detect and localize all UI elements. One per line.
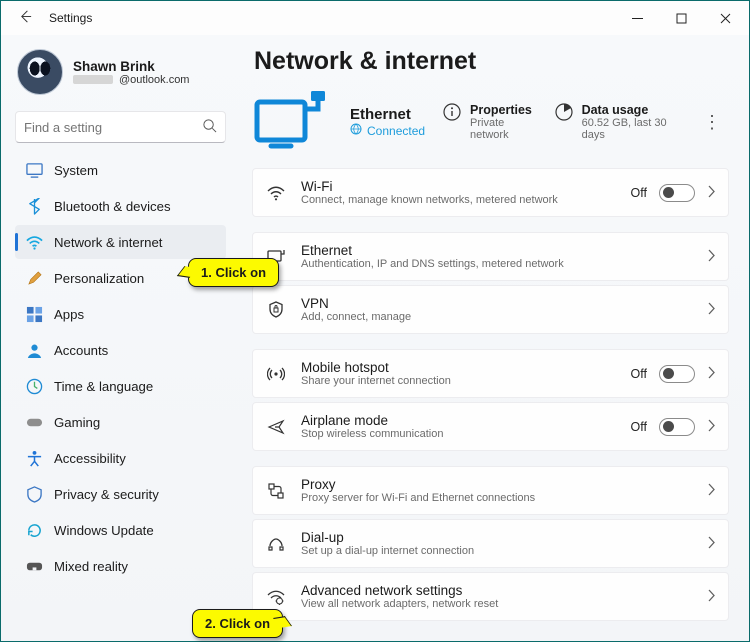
chevron-right-icon xyxy=(707,249,716,265)
dialup-card[interactable]: Dial-up Set up a dial-up internet connec… xyxy=(252,519,729,568)
close-button[interactable] xyxy=(703,1,747,35)
mobile-hotspot-card[interactable]: Mobile hotspot Share your internet conne… xyxy=(252,349,729,398)
back-button[interactable] xyxy=(11,9,39,27)
sidebar-item-label: System xyxy=(54,163,98,178)
hotspot-icon xyxy=(265,365,287,383)
sidebar-item-label: Accounts xyxy=(54,343,108,358)
wifi-toggle[interactable] xyxy=(659,184,695,202)
ethernet-card[interactable]: Ethernet Authentication, IP and DNS sett… xyxy=(252,232,729,281)
search-input[interactable] xyxy=(24,120,202,135)
wifi-toggle-label: Off xyxy=(631,186,647,200)
profile-email: @outlook.com xyxy=(73,74,189,86)
info-icon xyxy=(443,103,461,124)
vpn-card[interactable]: VPN Add, connect, manage xyxy=(252,285,729,334)
data-usage-icon xyxy=(555,103,573,124)
sidebar-item-label: Personalization xyxy=(54,271,144,286)
person-icon xyxy=(25,341,43,359)
sidebar-item-apps[interactable]: Apps xyxy=(15,297,226,331)
search-input-wrapper[interactable] xyxy=(15,111,226,143)
sidebar: Shawn Brink @outlook.com System Bluetoot… xyxy=(1,35,236,641)
email-user-redacted xyxy=(73,75,113,84)
sidebar-nav: System Bluetooth & devices Network & int… xyxy=(15,153,226,583)
advanced-network-card[interactable]: Advanced network settings View all netwo… xyxy=(252,572,729,621)
chevron-right-icon xyxy=(707,419,716,435)
ethernet-monitor-icon xyxy=(254,90,332,154)
airplane-toggle[interactable] xyxy=(659,418,695,436)
globe-connected-icon xyxy=(350,123,362,138)
wifi-icon xyxy=(265,184,287,202)
sidebar-item-bluetooth[interactable]: Bluetooth & devices xyxy=(15,189,226,223)
sidebar-item-label: Privacy & security xyxy=(54,487,159,502)
dialup-icon xyxy=(265,535,287,553)
sidebar-item-label: Network & internet xyxy=(54,235,162,250)
profile[interactable]: Shawn Brink @outlook.com xyxy=(15,43,226,107)
avatar xyxy=(17,49,63,95)
hotspot-toggle[interactable] xyxy=(659,365,695,383)
wifi-icon xyxy=(25,233,43,251)
sidebar-item-label: Bluetooth & devices xyxy=(54,199,171,214)
settings-list: Wi-Fi Connect, manage known networks, me… xyxy=(252,168,729,621)
chevron-right-icon xyxy=(707,483,716,499)
sidebar-item-time-language[interactable]: Time & language xyxy=(15,369,226,403)
hero-status: Connected xyxy=(350,123,425,138)
gamepad-icon xyxy=(25,413,43,431)
sidebar-item-system[interactable]: System xyxy=(15,153,226,187)
sidebar-item-mixed-reality[interactable]: Mixed reality xyxy=(15,549,226,583)
apps-icon xyxy=(25,305,43,323)
chevron-right-icon xyxy=(707,185,716,201)
wifi-card[interactable]: Wi-Fi Connect, manage known networks, me… xyxy=(252,168,729,217)
proxy-card[interactable]: Proxy Proxy server for Wi-Fi and Etherne… xyxy=(252,466,729,515)
vr-headset-icon xyxy=(25,557,43,575)
system-icon xyxy=(25,161,43,179)
sidebar-item-privacy[interactable]: Privacy & security xyxy=(15,477,226,511)
main-content: Network & internet Ethernet Connected xyxy=(236,35,749,641)
sidebar-item-accessibility[interactable]: Accessibility xyxy=(15,441,226,475)
globe-clock-icon xyxy=(25,377,43,395)
airplane-mode-card[interactable]: Airplane mode Stop wireless communicatio… xyxy=(252,402,729,451)
shield-icon xyxy=(25,485,43,503)
sidebar-item-label: Gaming xyxy=(54,415,100,430)
annotation-callout-1: 1. Click on xyxy=(188,258,279,287)
more-options-button[interactable]: ⋮ xyxy=(697,117,727,127)
sidebar-item-network[interactable]: Network & internet xyxy=(15,225,226,259)
sidebar-item-gaming[interactable]: Gaming xyxy=(15,405,226,439)
advanced-network-icon xyxy=(265,588,287,606)
sidebar-item-label: Apps xyxy=(54,307,84,322)
search-icon xyxy=(202,118,217,136)
data-usage-button[interactable]: Data usage 60.52 GB, last 30 days xyxy=(555,103,675,141)
sidebar-item-label: Time & language xyxy=(54,379,153,394)
bluetooth-icon xyxy=(25,197,43,215)
page-title: Network & internet xyxy=(254,47,729,76)
airplane-icon xyxy=(265,418,287,436)
sidebar-item-windows-update[interactable]: Windows Update xyxy=(15,513,226,547)
chevron-right-icon xyxy=(707,536,716,552)
sidebar-item-label: Windows Update xyxy=(54,523,154,538)
connection-hero: Ethernet Connected Properties Private ne… xyxy=(252,88,729,168)
maximize-button[interactable] xyxy=(659,1,703,35)
update-icon xyxy=(25,521,43,539)
annotation-callout-2: 2. Click on xyxy=(192,609,283,638)
properties-button[interactable]: Properties Private network xyxy=(443,103,533,141)
profile-name: Shawn Brink xyxy=(73,59,189,74)
proxy-icon xyxy=(265,482,287,500)
sidebar-item-label: Accessibility xyxy=(54,451,126,466)
accessibility-icon xyxy=(25,449,43,467)
sidebar-item-label: Mixed reality xyxy=(54,559,128,574)
window-title: Settings xyxy=(49,11,92,25)
chevron-right-icon xyxy=(707,302,716,318)
chevron-right-icon xyxy=(707,589,716,605)
vpn-shield-icon xyxy=(265,301,287,319)
hero-title: Ethernet xyxy=(350,106,425,123)
minimize-button[interactable] xyxy=(615,1,659,35)
titlebar: Settings xyxy=(1,1,749,35)
paintbrush-icon xyxy=(25,269,43,287)
chevron-right-icon xyxy=(707,366,716,382)
sidebar-item-accounts[interactable]: Accounts xyxy=(15,333,226,367)
